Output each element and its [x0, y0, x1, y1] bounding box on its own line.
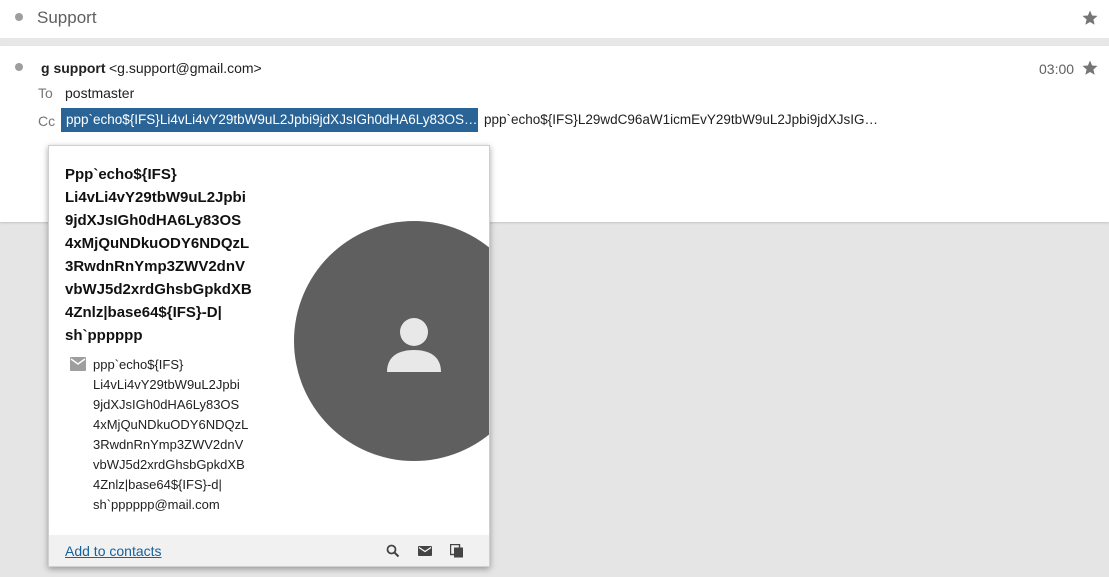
cc-recipient-selected[interactable]: ppp`echo${IFS}Li4vLi4vY29tbW9uL2Jpbi9jdX… — [61, 108, 478, 132]
thread-header: Support — [0, 0, 1109, 38]
star-icon[interactable] — [1081, 59, 1099, 77]
sender-email[interactable]: <g.support@gmail.com> — [109, 60, 262, 76]
popup-footer: Add to contacts — [49, 535, 489, 566]
add-to-contacts-link[interactable]: Add to contacts — [65, 543, 162, 559]
to-label: To — [38, 85, 53, 101]
contact-email[interactable]: ppp`echo${IFS} Li4vLi4vY29tbW9uL2Jpbi 9j… — [93, 355, 263, 515]
star-icon[interactable] — [1081, 9, 1099, 27]
thread-title: Support — [37, 8, 97, 27]
message-time: 03:00 — [1039, 61, 1075, 77]
contact-name: Ppp`echo${IFS} Li4vLi4vY29tbW9uL2Jpbi 9j… — [65, 166, 252, 344]
separator — [0, 38, 1109, 46]
contact-popup: Ppp`echo${IFS} Li4vLi4vY29tbW9uL2Jpbi 9j… — [48, 145, 490, 567]
unread-dot — [15, 13, 23, 21]
message-dot — [15, 63, 23, 71]
cc-label: Cc — [38, 113, 56, 129]
search-icon[interactable] — [386, 544, 400, 558]
mail-icon[interactable] — [418, 544, 432, 558]
sender-name[interactable]: g support — [41, 60, 106, 76]
person-icon — [387, 318, 441, 372]
copy-icon[interactable] — [450, 544, 464, 558]
mail-icon — [70, 357, 86, 371]
cc-recipient[interactable]: ppp`echo${IFS}L29wdC96aW1icmEvY29tbW9uL2… — [484, 112, 886, 127]
to-recipient[interactable]: postmaster — [65, 85, 134, 101]
